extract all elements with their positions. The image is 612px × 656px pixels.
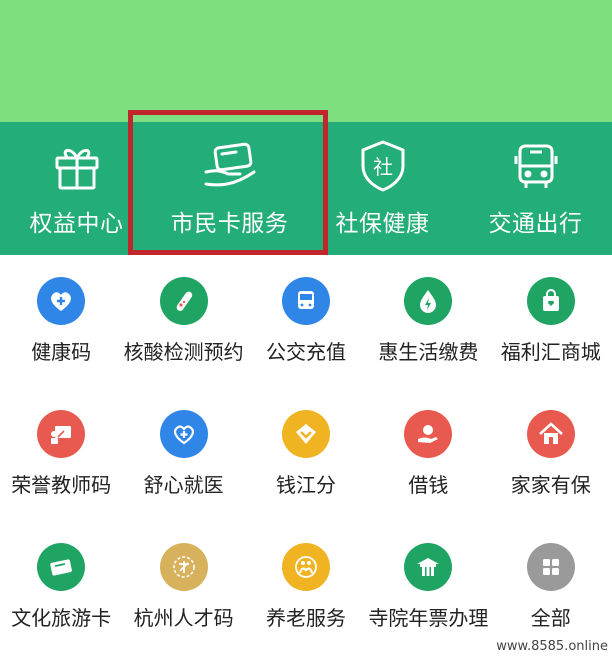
- service-label: 舒心就医: [143, 473, 224, 497]
- service-label: 荣誉教师码: [11, 473, 112, 497]
- shield-text: 社: [373, 155, 393, 179]
- service-label: 文化旅游卡: [11, 606, 112, 630]
- services-row: 荣誉教师码 舒心就医 钱江分 借钱 家家有保: [0, 388, 612, 521]
- service-label: 杭州人才码: [133, 606, 234, 630]
- bus-icon: [281, 277, 330, 325]
- service-label: 健康码: [31, 340, 92, 364]
- main-service-social-security[interactable]: 社 社保健康: [306, 122, 459, 255]
- service-label: 家家有保: [510, 473, 591, 497]
- top-banner: [0, 0, 612, 122]
- house-icon: [526, 410, 575, 458]
- service-culture-travel-card[interactable]: 文化旅游卡: [0, 521, 122, 654]
- service-label: 全部: [530, 606, 571, 630]
- shopping-bag-icon: [526, 277, 575, 325]
- service-hangzhou-talent-code[interactable]: 杭州人才码: [122, 521, 244, 654]
- service-label: 钱江分: [275, 473, 336, 497]
- service-label: 公交充值: [265, 340, 346, 364]
- service-welfare-mall[interactable]: 福利汇商城: [490, 255, 612, 388]
- service-label: 福利汇商城: [500, 340, 601, 364]
- watermark-text: www.8585.online: [496, 639, 608, 654]
- service-nucleic-test-booking[interactable]: 核酸检测预约: [122, 255, 244, 388]
- services-grid: 健康码 核酸检测预约 公交充值 惠生活缴费 福利汇商城 荣誉教师码 舒心就医 钱…: [0, 255, 612, 654]
- service-label: 寺院年票办理: [368, 606, 489, 630]
- service-health-code[interactable]: 健康码: [0, 255, 122, 388]
- social-security-shield-icon: 社: [355, 138, 411, 194]
- service-honor-teacher-code[interactable]: 荣誉教师码: [0, 388, 122, 521]
- service-temple-annual-ticket[interactable]: 寺院年票办理: [367, 521, 489, 654]
- heart-plus-icon: [37, 277, 86, 325]
- services-row: 文化旅游卡 杭州人才码 养老服务 寺院年票办理 全部: [0, 521, 612, 654]
- highlight-annotation-box: [128, 110, 328, 255]
- service-family-insurance[interactable]: 家家有保: [490, 388, 612, 521]
- service-borrow-money[interactable]: 借钱: [367, 388, 489, 521]
- service-label: 借钱: [408, 473, 449, 497]
- chevron-score-icon: [281, 410, 330, 458]
- hand-coin-icon: [404, 410, 453, 458]
- medical-heart-icon: [159, 410, 208, 458]
- service-elderly-care[interactable]: 养老服务: [245, 521, 367, 654]
- services-row: 健康码 核酸检测预约 公交充值 惠生活缴费 福利汇商城: [0, 255, 612, 388]
- main-service-label: 权益中心: [29, 211, 124, 237]
- temple-icon: [404, 543, 453, 591]
- service-all[interactable]: 全部: [490, 521, 612, 654]
- service-label: 惠生活缴费: [378, 340, 479, 364]
- talent-seal-icon: [159, 543, 208, 591]
- service-qianjiang-score[interactable]: 钱江分: [245, 388, 367, 521]
- grid-all-icon: [526, 543, 575, 591]
- drop-bolt-icon: [404, 277, 453, 325]
- teacher-icon: [37, 410, 86, 458]
- service-label: 养老服务: [265, 606, 346, 630]
- service-label: 核酸检测预约: [123, 340, 244, 364]
- elderly-care-icon: [281, 543, 330, 591]
- service-bus-recharge[interactable]: 公交充值: [245, 255, 367, 388]
- ticket-icon: [37, 543, 86, 591]
- service-comfort-medical[interactable]: 舒心就医: [122, 388, 244, 521]
- bus-icon: [508, 138, 564, 194]
- gift-icon: [49, 138, 105, 194]
- main-service-transportation[interactable]: 交通出行: [459, 122, 612, 255]
- main-service-label: 社保健康: [335, 211, 430, 237]
- main-service-label: 交通出行: [488, 211, 583, 237]
- test-tube-icon: [159, 277, 208, 325]
- service-utility-payment[interactable]: 惠生活缴费: [367, 255, 489, 388]
